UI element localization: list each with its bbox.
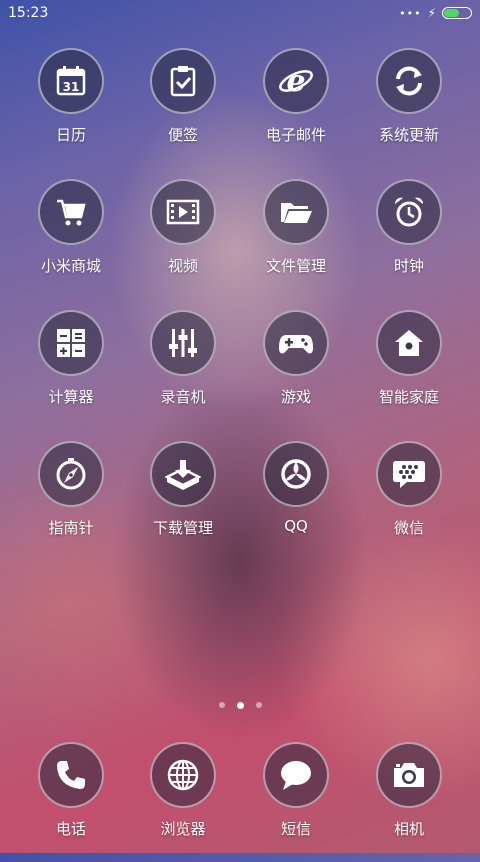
app-label: 录音机 [160, 388, 206, 406]
app-label: 便签 [167, 126, 198, 144]
app-label: 文件管理 [265, 257, 326, 275]
folder-icon [281, 203, 312, 223]
clock-time: 15:23 [8, 5, 49, 21]
app-label: 电子邮件 [265, 126, 326, 144]
app-clock[interactable]: 时钟 [353, 179, 465, 299]
alarm-clock-icon [394, 197, 424, 227]
globe-icon [167, 759, 199, 791]
app-label: 电话 [55, 820, 86, 838]
wechat-icon [393, 461, 425, 488]
compass-icon [56, 458, 86, 490]
page-dot-active[interactable] [236, 701, 244, 709]
app-label: 日历 [55, 126, 86, 144]
app-label: 短信 [280, 820, 311, 838]
recorder-icon [169, 329, 197, 357]
app-notes[interactable]: 便签 [127, 48, 239, 168]
svg-text:e: e [286, 64, 305, 99]
app-label: 浏览器 [160, 820, 206, 838]
cart-icon [57, 199, 86, 226]
app-label: 下载管理 [152, 519, 213, 537]
app-label: 相机 [393, 820, 424, 838]
app-label: 系统更新 [378, 126, 439, 144]
more-notifications-icon: ••• [399, 6, 422, 20]
svg-text:31: 31 [63, 80, 80, 94]
app-recorder[interactable]: 录音机 [127, 310, 239, 430]
calendar-icon: 31 [56, 66, 86, 96]
app-wechat[interactable]: 微信 [353, 441, 465, 561]
app-label: QQ [284, 517, 308, 535]
gamepad-icon [279, 335, 313, 354]
app-calculator[interactable]: 计算器 [15, 310, 127, 430]
dock-phone[interactable]: 电话 [15, 742, 127, 862]
update-icon [396, 66, 422, 96]
dock-messages[interactable]: 短信 [240, 742, 352, 862]
calculator-icon [57, 329, 85, 357]
dock: 电话 浏览器 短信 相机 [0, 742, 480, 852]
app-video[interactable]: 视频 [127, 179, 239, 299]
email-icon: e [279, 64, 313, 99]
app-mi-store[interactable]: 小米商城 [15, 179, 127, 299]
app-qq[interactable]: QQ [240, 441, 352, 561]
app-games[interactable]: 游戏 [240, 310, 352, 430]
app-download-manager[interactable]: 下载管理 [127, 441, 239, 561]
phone-icon [57, 761, 85, 789]
page-dot[interactable] [255, 702, 262, 708]
battery-icon [442, 7, 472, 19]
app-label: 时钟 [393, 257, 424, 275]
app-file-manager[interactable]: 文件管理 [240, 179, 352, 299]
app-compass[interactable]: 指南针 [15, 441, 127, 561]
app-smart-home[interactable]: 智能家庭 [353, 310, 465, 430]
status-bar: 15:23 ••• ⚡ [0, 0, 480, 28]
app-label: 微信 [393, 519, 424, 537]
qq-icon [281, 459, 311, 489]
app-label: 视频 [167, 257, 198, 275]
message-icon [281, 761, 311, 790]
page-dot[interactable] [218, 702, 225, 708]
notes-icon [170, 66, 196, 97]
dock-camera[interactable]: 相机 [353, 742, 465, 862]
status-indicators: ••• ⚡ [399, 6, 472, 20]
app-calendar[interactable]: 31 日历 [15, 48, 127, 168]
home-icon [395, 330, 423, 356]
charging-icon: ⚡ [427, 6, 436, 20]
app-label: 游戏 [280, 388, 311, 406]
download-icon [165, 460, 201, 490]
app-label: 计算器 [48, 388, 94, 406]
app-system-update[interactable]: 系统更新 [353, 48, 465, 168]
app-label: 小米商城 [40, 257, 101, 275]
video-icon [166, 199, 200, 225]
camera-icon [394, 763, 424, 787]
page-indicator [0, 701, 480, 709]
app-label: 指南针 [48, 519, 94, 537]
app-label: 智能家庭 [378, 388, 439, 406]
app-email[interactable]: e 电子邮件 [240, 48, 352, 168]
dock-browser[interactable]: 浏览器 [127, 742, 239, 862]
